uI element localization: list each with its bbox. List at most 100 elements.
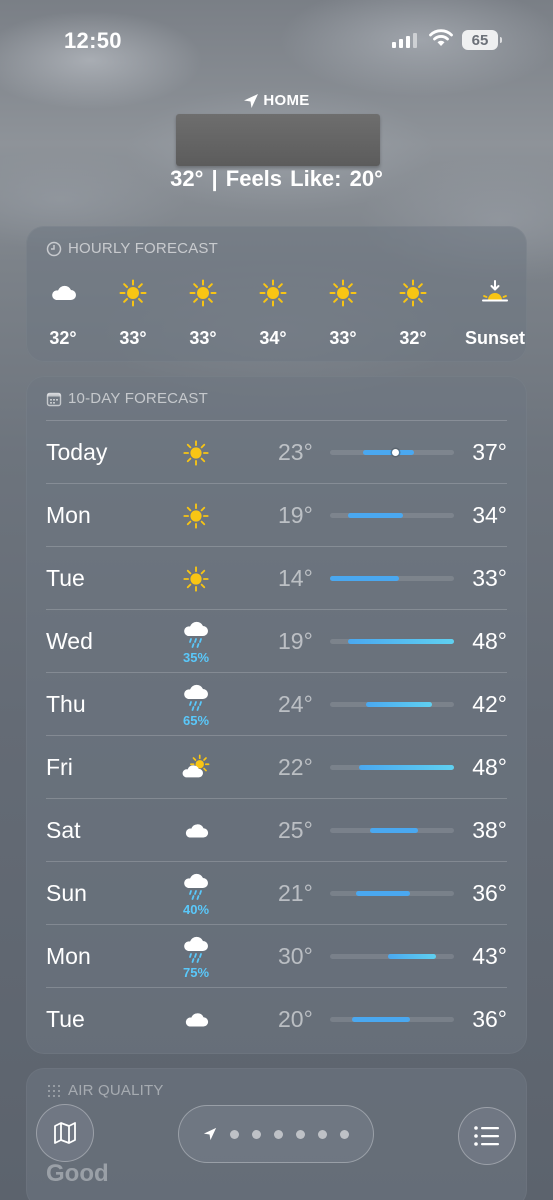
location-page-indicator[interactable] bbox=[178, 1105, 374, 1163]
cloud-icon bbox=[28, 278, 98, 308]
location-label: HOME bbox=[263, 92, 310, 109]
status-time: 12:50 bbox=[64, 28, 122, 53]
air-quality-value: Good bbox=[46, 1160, 109, 1187]
page-dot[interactable] bbox=[340, 1129, 349, 1139]
low-temp: 23° bbox=[278, 439, 313, 465]
page-dot[interactable] bbox=[296, 1129, 305, 1139]
hourly-item: 32° bbox=[378, 278, 448, 349]
forecast-day-row[interactable]: Tue 14° 33° bbox=[46, 546, 507, 609]
sun-icon-cell bbox=[176, 431, 216, 475]
page-dot[interactable] bbox=[274, 1129, 283, 1139]
rain-cloud-icon bbox=[181, 871, 211, 901]
partly-cloudy-icon-cell bbox=[176, 746, 216, 790]
temp-range-bar bbox=[330, 576, 454, 581]
day-label: Tue bbox=[46, 565, 85, 591]
list-icon bbox=[474, 1126, 499, 1146]
temp-range-fill bbox=[388, 954, 436, 959]
high-temp: 42° bbox=[472, 691, 507, 717]
hourly-forecast-header: HOURLY FORECAST bbox=[46, 240, 218, 257]
rain-cloud-icon-cell: 65% bbox=[176, 682, 216, 728]
low-temp: 25° bbox=[278, 817, 313, 843]
rain-cloud-icon bbox=[181, 934, 211, 964]
sun-icon bbox=[182, 439, 210, 467]
rain-cloud-icon bbox=[181, 619, 211, 649]
temp-range-bar bbox=[330, 702, 454, 707]
sun-icon bbox=[182, 565, 210, 593]
ten-day-forecast-title: 10-DAY FORECAST bbox=[68, 390, 208, 407]
sun-icon bbox=[378, 278, 448, 308]
calendar-icon bbox=[46, 392, 62, 406]
forecast-day-row[interactable]: Fri 22° 48° bbox=[46, 735, 507, 798]
forecast-day-row[interactable]: Sat 25° 38° bbox=[46, 798, 507, 861]
hourly-forecast-card[interactable]: HOURLY FORECAST 32° 33° 33° 34° 33° 32° … bbox=[26, 226, 527, 362]
page-dot[interactable] bbox=[318, 1129, 327, 1139]
sunset-icon bbox=[460, 278, 530, 308]
temp-range-bar bbox=[330, 639, 454, 644]
forecast-day-row[interactable]: Thu 65% 24° 42° bbox=[46, 672, 507, 735]
ten-day-forecast-card[interactable]: 10-DAY FORECAST Today 23° 37° Mon 19° 34… bbox=[26, 376, 527, 1054]
page-dot[interactable] bbox=[252, 1129, 261, 1139]
current-location-arrow-icon bbox=[203, 1127, 217, 1141]
hourly-temp: Sunset bbox=[464, 328, 525, 348]
high-temp: 34° bbox=[472, 502, 507, 528]
temp-range-bar bbox=[330, 828, 454, 833]
sun-icon-cell bbox=[176, 494, 216, 538]
forecast-day-row[interactable]: Mon 75% 30° 43° bbox=[46, 924, 507, 987]
precip-chance: 65% bbox=[182, 713, 210, 728]
cloud-icon bbox=[182, 817, 210, 845]
high-temp: 48° bbox=[472, 628, 507, 654]
low-temp: 19° bbox=[278, 628, 313, 654]
redacted-city-name bbox=[176, 114, 380, 166]
temp-range-fill bbox=[355, 891, 411, 896]
temp-range-fill bbox=[330, 576, 400, 581]
locations-list-button[interactable] bbox=[458, 1107, 516, 1165]
low-temp: 19° bbox=[278, 502, 313, 528]
sun-icon bbox=[168, 278, 238, 308]
precip-chance: 75% bbox=[182, 965, 210, 980]
temp-range-fill bbox=[362, 450, 414, 455]
sun-icon-cell bbox=[176, 557, 216, 601]
forecast-day-row[interactable]: Mon 19° 34° bbox=[46, 483, 507, 546]
hourly-item: 34° bbox=[238, 278, 308, 349]
forecast-day-row[interactable]: Tue 20° 36° bbox=[46, 987, 507, 1050]
high-temp: 36° bbox=[472, 880, 507, 906]
day-label: Mon bbox=[46, 502, 91, 528]
location-header[interactable]: HOME bbox=[0, 92, 553, 109]
low-temp: 22° bbox=[278, 754, 313, 780]
partly-cloudy-icon bbox=[182, 754, 210, 782]
hourly-item: Sunset bbox=[460, 278, 530, 349]
location-arrow-icon bbox=[244, 93, 259, 108]
hourly-item: 33° bbox=[98, 278, 168, 349]
wifi-icon bbox=[429, 29, 453, 46]
rain-cloud-icon bbox=[181, 682, 211, 712]
map-icon bbox=[54, 1122, 76, 1144]
map-button[interactable] bbox=[36, 1104, 94, 1162]
temp-range-fill bbox=[370, 828, 418, 833]
cloud-icon-cell bbox=[176, 998, 216, 1042]
air-quality-title: AIR QUALITY bbox=[68, 1082, 164, 1099]
high-temp: 43° bbox=[472, 943, 507, 969]
rain-cloud-icon-cell: 35% bbox=[176, 619, 216, 665]
day-label: Tue bbox=[46, 1006, 85, 1032]
sun-icon bbox=[238, 278, 308, 308]
sun-icon bbox=[308, 278, 378, 308]
hourly-item: 32° bbox=[28, 278, 98, 349]
temp-range-bar bbox=[330, 954, 454, 959]
page-dot[interactable] bbox=[230, 1129, 239, 1139]
forecast-day-row[interactable]: Sun 40% 21° 36° bbox=[46, 861, 507, 924]
hourly-forecast-title: HOURLY FORECAST bbox=[68, 240, 218, 257]
hourly-temp: 32° bbox=[399, 328, 427, 348]
hourly-temp: 32° bbox=[49, 328, 77, 348]
air-quality-icon bbox=[48, 1084, 60, 1097]
air-quality-header: AIR QUALITY bbox=[46, 1082, 164, 1099]
forecast-day-row[interactable]: Wed 35% 19° 48° bbox=[46, 609, 507, 672]
cellular-signal-icon bbox=[392, 32, 417, 48]
low-temp: 21° bbox=[278, 880, 313, 906]
forecast-day-row[interactable]: Today 23° 37° bbox=[46, 420, 507, 483]
hourly-temp: 33° bbox=[329, 328, 357, 348]
temp-range-fill bbox=[366, 702, 433, 707]
day-label: Mon bbox=[46, 943, 91, 969]
cloud-icon-cell bbox=[176, 809, 216, 853]
current-temperature-line: 32° | Feels Like: 20° bbox=[170, 166, 383, 191]
high-temp: 48° bbox=[472, 754, 507, 780]
